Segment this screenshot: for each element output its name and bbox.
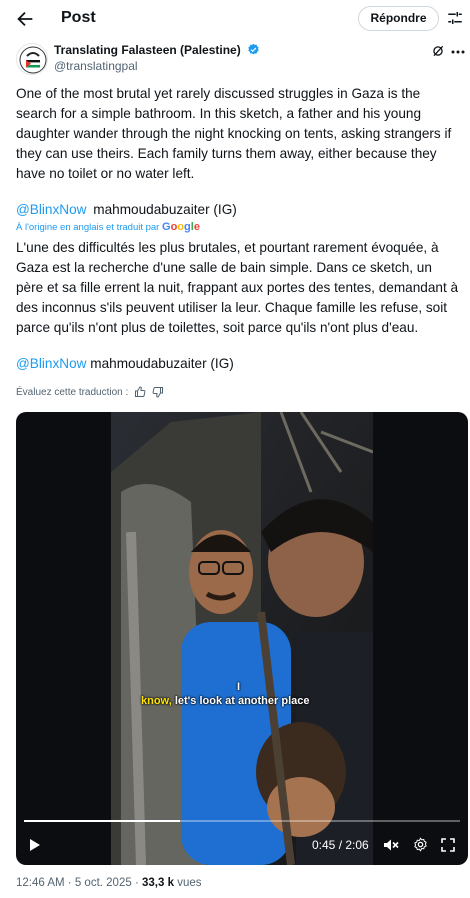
caption-rest: let's look at another place bbox=[171, 695, 310, 707]
page-title: Post bbox=[61, 9, 96, 26]
settings-gear-icon[interactable] bbox=[413, 837, 428, 852]
meta-separator-2: · bbox=[134, 877, 139, 889]
author-handle[interactable]: @translatingpal bbox=[54, 59, 138, 73]
views-label: vues bbox=[177, 877, 202, 889]
video-still-image bbox=[111, 412, 374, 865]
rate-label: Évaluez cette traduction : bbox=[16, 386, 129, 398]
logo-icon bbox=[19, 46, 47, 74]
post-time[interactable]: 12:46 AM bbox=[16, 877, 65, 889]
back-arrow-icon[interactable] bbox=[14, 8, 36, 30]
translation-source-note[interactable]: À l'origine en anglais et traduit par Go… bbox=[16, 221, 200, 233]
author-name[interactable]: Translating Falasteen (Palestine) bbox=[54, 43, 260, 57]
verified-badge-icon bbox=[248, 43, 259, 55]
view-count: 33,3 k bbox=[142, 877, 174, 889]
translated-credit-line: @BlinxNow mahmoudabuzaiter (IG) bbox=[16, 354, 462, 374]
video-progress-bar[interactable] bbox=[24, 820, 460, 822]
tweet-credit-line: @BlinxNow mahmoudabuzaiter (IG) bbox=[16, 200, 462, 220]
google-logo: Google bbox=[162, 221, 200, 233]
thumbs-up-icon[interactable] bbox=[134, 386, 146, 398]
thumbs-down-icon[interactable] bbox=[152, 386, 164, 398]
play-icon[interactable] bbox=[28, 838, 42, 852]
caption-cursor: I bbox=[237, 681, 241, 693]
post-date[interactable]: 5 oct. 2025 bbox=[75, 877, 132, 889]
translated-note-text: À l'origine en anglais et traduit par bbox=[16, 222, 160, 233]
avatar[interactable] bbox=[16, 43, 48, 75]
video-time: 0:45 / 2:06 bbox=[312, 838, 369, 852]
more-options-icon[interactable] bbox=[451, 47, 465, 57]
sliders-icon[interactable] bbox=[446, 9, 464, 27]
rate-translation-row: Évaluez cette traduction : bbox=[16, 386, 164, 398]
credit-text-translated: mahmoudabuzaiter (IG) bbox=[90, 356, 234, 371]
video-frame[interactable] bbox=[111, 412, 374, 865]
mention-link[interactable]: @BlinxNow bbox=[16, 202, 86, 217]
fullscreen-icon[interactable] bbox=[441, 838, 455, 852]
muted-speaker-icon[interactable] bbox=[383, 838, 399, 852]
video-caption: I know, let's look at another place bbox=[141, 681, 310, 707]
tweet-original-text: One of the most brutal yet rarely discus… bbox=[16, 86, 452, 181]
post-meta: 12:46 AM · 5 oct. 2025 · 33,3 k vues bbox=[16, 877, 201, 889]
mention-link-translated[interactable]: @BlinxNow bbox=[16, 356, 86, 371]
credit-text: mahmoudabuzaiter (IG) bbox=[93, 202, 237, 217]
tweet-translated-text: L'une des difficultés les plus brutales,… bbox=[16, 240, 459, 335]
reply-button[interactable]: Répondre bbox=[358, 6, 439, 31]
video-player[interactable]: I know, let's look at another place 0:45… bbox=[16, 412, 468, 865]
grok-icon[interactable] bbox=[431, 44, 445, 58]
caption-highlight: know, bbox=[141, 695, 172, 707]
author-name-text[interactable]: Translating Falasteen (Palestine) bbox=[54, 43, 241, 57]
video-progress-fill bbox=[24, 820, 180, 822]
meta-separator-1: · bbox=[67, 877, 72, 889]
top-bar: Post Répondre bbox=[0, 0, 470, 40]
